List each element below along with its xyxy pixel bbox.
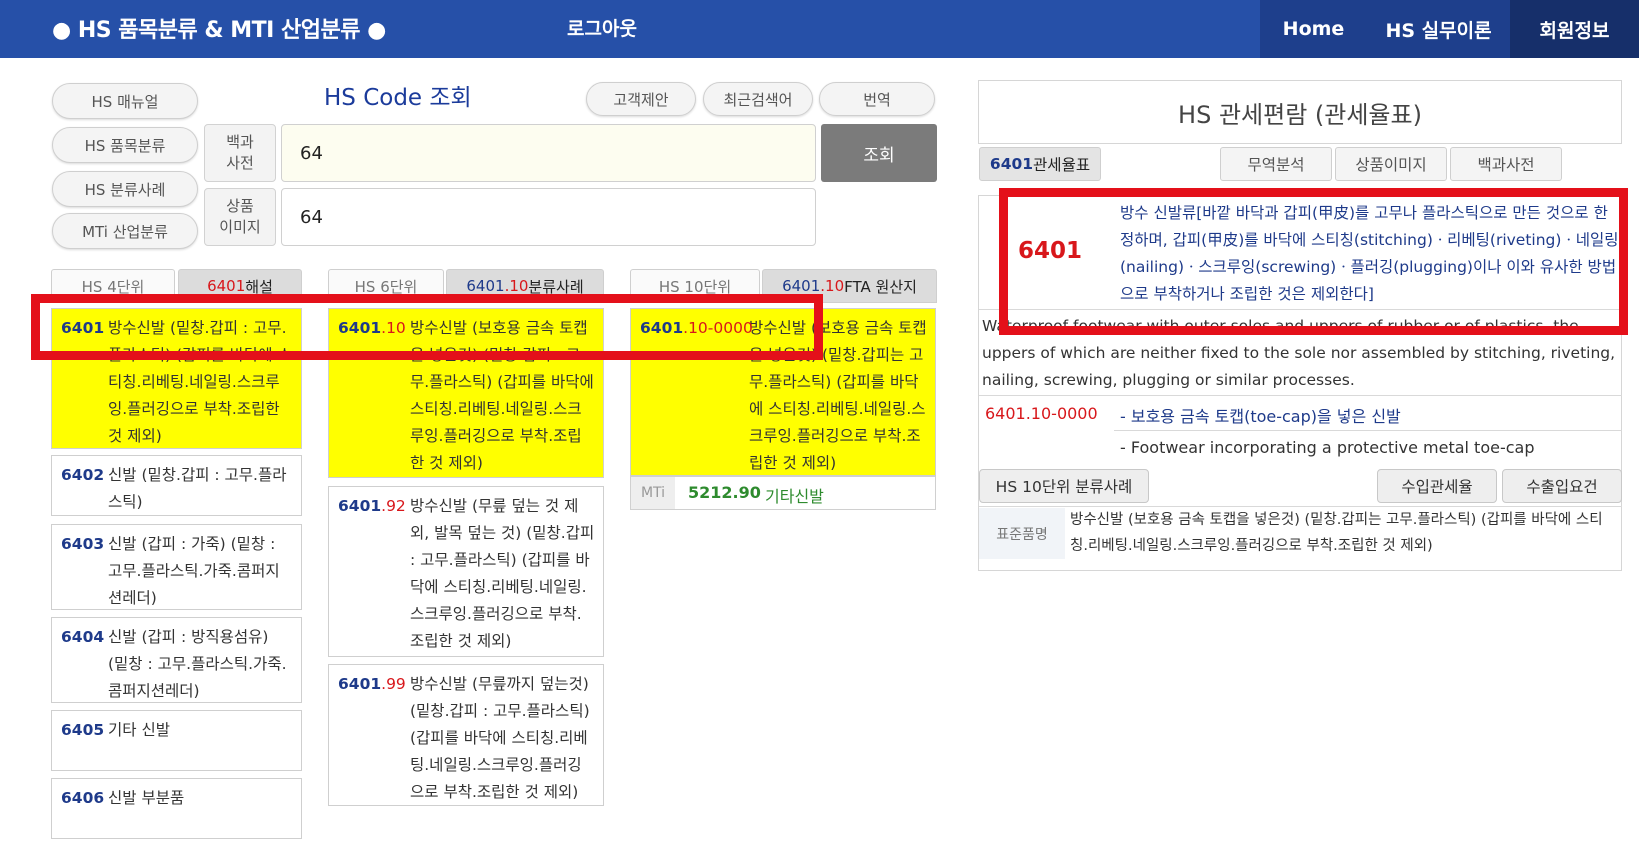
brand-title[interactable]: ● HS 품목분류 & MTI 산업분류 ●: [52, 12, 386, 44]
search-input[interactable]: 64: [281, 124, 816, 182]
hs4-item-6403[interactable]: 6403 신발 (갑피 : 가죽) (밑창 : 고무.플라스틱.가죽.콤퍼지션레…: [51, 524, 302, 610]
divider: [979, 309, 1622, 310]
subheading-description-kr[interactable]: - 보호용 금속 토캡(toe-cap)을 넣은 신발: [1120, 403, 1401, 427]
tab-hs10-code-sub: .10: [820, 277, 845, 295]
hs6-code: 6401.99: [338, 671, 406, 698]
hs4-code: 6403: [61, 535, 105, 553]
heading-code: 6401: [1018, 238, 1083, 264]
mti-name[interactable]: 기타신발: [765, 483, 824, 507]
heading-description-en: Waterproof footwear with outer soles and…: [982, 317, 1616, 389]
hs4-item-6401[interactable]: 6401 방수신발 (밑창.갑피 : 고무.플라스틱) (갑피를 바닥에 스티칭…: [51, 308, 302, 449]
hs6-item-640199[interactable]: 6401.99 방수신발 (무릎까지 덮는것) (밑창.갑피 : 고무.플라스틱…: [328, 664, 604, 806]
standard-name-label: 표준품명: [979, 508, 1065, 559]
product-image-button[interactable]: 상품 이미지: [204, 188, 276, 246]
tab-encyclopedia[interactable]: 백과사전: [1450, 147, 1562, 181]
menu-hs-manual[interactable]: HS 매뉴얼: [52, 83, 198, 119]
tab-hs10-suffix: FTA 원산지: [844, 277, 917, 296]
translate-button[interactable]: 번역: [819, 82, 935, 116]
mti-code[interactable]: 5212.90: [688, 483, 761, 502]
hs6-code: 6401.10: [338, 315, 406, 342]
hs6-code-main: 6401: [338, 319, 382, 337]
tab-hs10[interactable]: HS 10단위: [630, 269, 760, 303]
tab-hs6[interactable]: HS 6단위: [328, 269, 444, 303]
hs10-cases-button[interactable]: HS 10단위 분류사례: [979, 469, 1149, 503]
hs6-code: 6401.92: [338, 493, 406, 520]
tab-hs10-fta[interactable]: 6401.10 FTA 원산지: [762, 269, 937, 303]
search-title: HS Code 조회: [324, 85, 472, 111]
logout-link[interactable]: 로그아웃: [567, 14, 637, 41]
tab-hs4[interactable]: HS 4단위: [51, 269, 175, 303]
hs4-code: 6402: [61, 466, 105, 484]
hs10-code-sub: .10-0000: [683, 319, 753, 337]
search-button[interactable]: 조회: [821, 124, 937, 182]
hs6-item-640192[interactable]: 6401.92 방수신발 (무릎 덮는 것 제외, 발목 덮는 것) (밑창.갑…: [328, 486, 604, 657]
tab-hs6-code-sub: .10: [504, 277, 529, 295]
nav-member-info[interactable]: 회원정보: [1510, 0, 1639, 58]
tab-tariff-code: 6401: [989, 155, 1034, 173]
mti-tag: MTi: [631, 477, 675, 509]
hs4-code: 6406: [61, 789, 105, 807]
divider: [1114, 430, 1622, 431]
tab-hs6-suffix: 분류사례: [528, 277, 584, 296]
menu-hs-classification[interactable]: HS 품목분류: [52, 127, 198, 163]
dictionary-button[interactable]: 백과 사전: [204, 124, 276, 182]
tab-product-image[interactable]: 상품이미지: [1335, 147, 1447, 181]
hs4-item-6406[interactable]: 6406 신발 부분품: [51, 778, 302, 839]
tab-trade-analysis[interactable]: 무역분석: [1220, 147, 1332, 181]
hs4-code: 6401: [61, 319, 105, 337]
heading-description-kr: 방수 신발류[바깥 바닥과 갑피(甲皮)를 고무나 플라스틱으로 만든 것으로 …: [1120, 204, 1619, 303]
hs4-item-6405[interactable]: 6405 기타 신발: [51, 710, 302, 771]
subheading-description-en: - Footwear incorporating a protective me…: [1120, 438, 1535, 457]
tab-tariff-table[interactable]: 6401 관세율표: [979, 147, 1101, 181]
hs6-code-sub: .92: [381, 497, 406, 515]
nav-home[interactable]: Home: [1260, 0, 1367, 58]
divider: [979, 395, 1622, 396]
hs4-item-6402[interactable]: 6402 신발 (밑창.갑피 : 고무.플라스틱): [51, 455, 302, 516]
tab-hs10-code-main: 6401: [782, 277, 821, 295]
image-search-input[interactable]: 64: [281, 188, 816, 246]
tab-hs4-suffix: 해설: [245, 277, 273, 296]
hs6-item-640110[interactable]: 6401.10 방수신발 (보호용 금속 토캡을 넣은것) (밑창.갑피 : 고…: [328, 308, 604, 478]
menu-mti-classification[interactable]: MTi 산업분류: [52, 213, 198, 249]
hs10-code-main: 6401: [640, 319, 684, 337]
tab-hs4-explanation[interactable]: 6401 해설: [178, 269, 302, 303]
customer-suggestion-button[interactable]: 고객제안: [586, 82, 696, 116]
nav-hs-theory[interactable]: HS 실무이론: [1367, 0, 1510, 58]
tab-hs4-code: 6401: [207, 277, 246, 295]
import-export-requirements-button[interactable]: 수출입요건: [1502, 469, 1622, 503]
hs10-item-6401100000[interactable]: 6401.10-0000 방수신발 (보호용 금속 토캡을 넣은것) (밑창.갑…: [630, 308, 936, 476]
tab-hs6-code-main: 6401: [466, 277, 505, 295]
hs6-code-main: 6401: [338, 497, 382, 515]
hs4-code: 6404: [61, 628, 105, 646]
tab-hs6-cases[interactable]: 6401.10 분류사례: [446, 269, 604, 303]
recent-searches-button[interactable]: 최근검색어: [703, 82, 813, 116]
standard-name-text: 방수신발 (보호용 금속 토캡을 넣은것) (밑창.갑피는 고무.플라스틱) (…: [1070, 512, 1603, 554]
hs4-item-6404[interactable]: 6404 신발 (갑피 : 방직용섬유) (밑창 : 고무.플라스틱.가죽.콤퍼…: [51, 617, 302, 703]
top-navigation-bar: ● HS 품목분류 & MTI 산업분류 ● 로그아웃 Home HS 실무이론…: [0, 0, 1639, 58]
subheading-code[interactable]: 6401.10-0000: [985, 404, 1098, 423]
hs6-code-sub: .99: [381, 675, 406, 693]
tab-tariff-label: 관세율표: [1033, 156, 1091, 174]
hs4-code: 6405: [61, 721, 105, 739]
hs6-code-main: 6401: [338, 675, 382, 693]
hs10-code: 6401.10-0000: [640, 315, 753, 342]
hs6-code-sub: .10: [381, 319, 406, 337]
menu-hs-cases[interactable]: HS 분류사례: [52, 171, 198, 207]
tariff-panel-title: HS 관세편람 (관세율표): [978, 80, 1622, 144]
import-tariff-button[interactable]: 수입관세율: [1377, 469, 1497, 503]
